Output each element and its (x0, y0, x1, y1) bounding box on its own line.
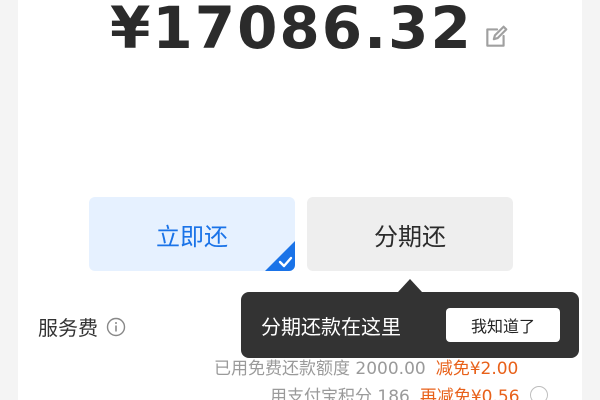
pay-now-label: 立即还 (156, 222, 228, 251)
service-fee-row: 服务费 (38, 312, 126, 341)
free-quota-text: 已用免费还款额度 2000.00 (214, 359, 426, 379)
points-text: 用支付宝积分 186 (270, 387, 410, 400)
points-radio[interactable] (529, 385, 548, 400)
check-corner-icon (265, 241, 295, 271)
tooltip-arrow (398, 279, 422, 292)
points-row: 用支付宝积分 186 再减免¥0.56 (270, 382, 548, 400)
installment-tooltip: 分期还款在这里 我知道了 (241, 292, 579, 358)
service-fee-label: 服务费 (38, 316, 98, 340)
free-quota-discount: 减免¥2.00 (435, 359, 519, 379)
points-discount: 再减免¥0.56 (419, 387, 520, 400)
pay-now-button[interactable]: 立即还 (89, 197, 295, 271)
tooltip-text: 分期还款在这里 (261, 314, 401, 339)
tooltip-dismiss-button[interactable]: 我知道了 (446, 308, 560, 342)
balance-row: ¥17086.32 (110, 0, 509, 70)
edit-icon[interactable] (483, 24, 509, 50)
info-icon[interactable] (106, 317, 126, 337)
installment-label: 分期还 (374, 222, 446, 251)
installment-button[interactable]: 分期还 (307, 197, 513, 271)
balance-amount: ¥17086.32 (110, 0, 473, 62)
repayment-page: ¥17086.32 立即还 分期还 服务费 已用免费还款额度 2000.00 减免… (0, 0, 600, 400)
